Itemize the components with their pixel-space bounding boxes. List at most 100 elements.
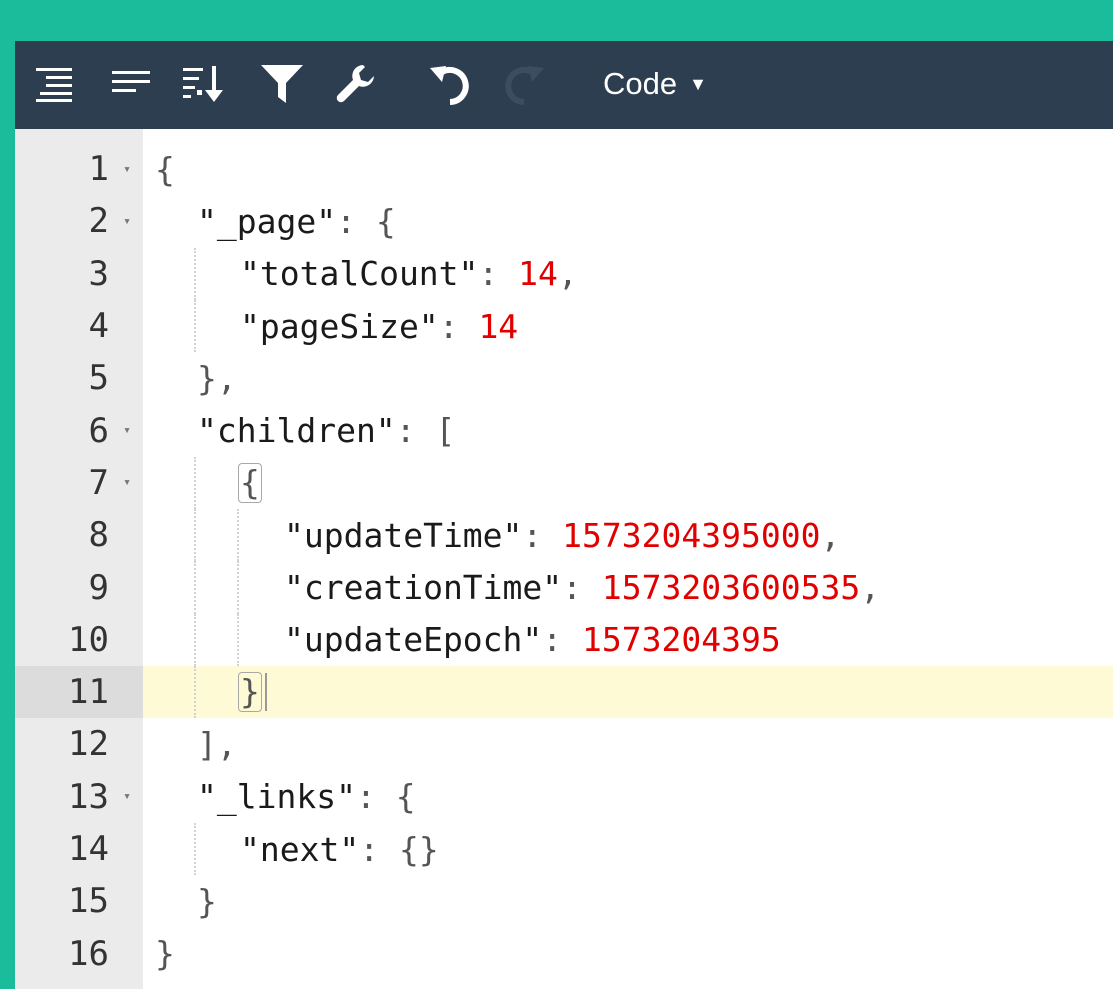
line-number: 1 [88,149,109,190]
line-number: 9 [88,567,109,608]
json-key: "updateTime" [284,515,523,555]
indent-guide [194,561,196,614]
mode-label: Code [603,66,678,101]
json-punct: { [155,149,175,189]
line-number: 16 [68,933,109,974]
json-punct: { [375,201,396,241]
line-number: 3 [88,253,109,294]
compact-button[interactable] [105,59,159,109]
json-number: 1573204395 [582,620,781,660]
json-number: 1573204395000 [562,515,821,555]
sort-icon [183,66,223,102]
json-punct: : [395,411,436,451]
json-punct: } [197,358,217,398]
indent-guide [237,613,239,666]
json-key: "pageSize" [240,306,439,346]
json-punct: , [216,724,237,764]
json-number: 14 [518,254,558,294]
json-punct: : [522,515,563,555]
json-punct: [ [435,411,456,451]
code-line: 2 ▾ "_page": { [15,195,1113,247]
code-line: 14 "next": {} [15,822,1113,876]
redo-icon [505,66,544,105]
line-number: 6 [88,410,109,451]
sort-button[interactable] [179,59,233,109]
text-cursor [264,673,267,712]
format-button[interactable] [29,59,83,109]
line-number: 10 [68,619,109,660]
json-key: "_links" [197,777,356,817]
json-punct: ] [197,724,217,764]
line-number: 2 [88,201,109,242]
indent-guide [194,509,196,562]
filter-icon [261,65,303,103]
fold-icon[interactable]: ▾ [123,195,131,247]
code-line: 9 "creationTime": 1573203600535, [15,561,1113,614]
fold-icon[interactable]: ▾ [123,771,131,823]
line-number: 11 [68,672,109,713]
json-number: 1573203600535 [601,568,861,608]
json-key: "updateEpoch" [284,620,543,660]
code-line: 8 "updateTime": 1573204395000, [15,509,1113,562]
indent-guide [237,509,239,562]
json-punct: : [542,620,583,660]
line-number: 15 [68,881,109,922]
json-punct: , [216,358,237,398]
matched-bracket: } [238,672,262,713]
redo-button[interactable] [497,59,551,109]
line-number: 13 [68,776,109,817]
compact-icon [112,71,150,92]
indent-guide [194,247,196,300]
json-punct: , [557,254,578,294]
json-punct: : [478,254,519,294]
code-line: 15 } [15,875,1113,927]
json-punct: {} [398,829,439,869]
mode-dropdown[interactable]: Code ▼ [595,59,715,109]
chevron-down-icon: ▼ [689,73,707,94]
code-line: 12 ], [15,718,1113,770]
json-punct: : [562,568,602,608]
line-number: 5 [88,358,109,399]
json-key: "_page" [197,201,337,241]
json-punct: : [355,777,396,817]
filter-button[interactable] [255,59,309,109]
json-punct: } [155,934,175,974]
fold-icon[interactable]: ▾ [123,143,131,195]
json-number: 14 [478,306,519,346]
json-key: "creationTime" [284,568,563,608]
indent-guide [194,456,196,510]
toolbar: Code ▼ [15,41,1113,129]
indent-guide [194,613,196,666]
line-number: 8 [88,515,109,556]
json-punct: : [438,306,479,346]
fold-icon[interactable]: ▾ [123,404,131,456]
json-key: "next" [240,829,360,869]
code-line: 6 ▾ "children": [ [15,404,1113,456]
json-punct: , [820,515,841,555]
json-punct: , [860,568,881,608]
code-line: 4 "pageSize": 14 [15,299,1113,353]
matched-bracket: { [238,462,262,503]
code-line: 10 "updateEpoch": 1573204395 [15,613,1113,666]
line-number: 4 [88,306,109,347]
json-editor: Code ▼ 1 ▾ { 2 ▾ "_page": { 3 "totalCount"… [15,41,1113,989]
json-punct: : [336,201,376,241]
code-line: 16 } [15,927,1113,979]
json-key: "children" [197,411,396,451]
json-punct: } [197,881,217,921]
code-area[interactable]: 1 ▾ { 2 ▾ "_page": { 3 "totalCount": 14, 4… [15,143,1113,980]
code-line: 5 }, [15,352,1113,404]
code-line: 1 ▾ { [15,143,1113,195]
code-line: 7 ▾ { [15,456,1113,510]
json-punct: { [395,777,416,817]
line-number: 12 [68,724,109,765]
code-line: 13 ▾ "_links": { [15,771,1113,823]
repair-button[interactable] [329,59,383,109]
code-line: 3 "totalCount": 14, [15,247,1113,300]
fold-icon[interactable]: ▾ [123,457,131,509]
undo-button[interactable] [423,59,477,109]
indent-guide [194,822,196,876]
line-number: 7 [88,462,109,503]
code-line-active: 11 } [15,665,1113,719]
indent-guide [194,665,196,719]
